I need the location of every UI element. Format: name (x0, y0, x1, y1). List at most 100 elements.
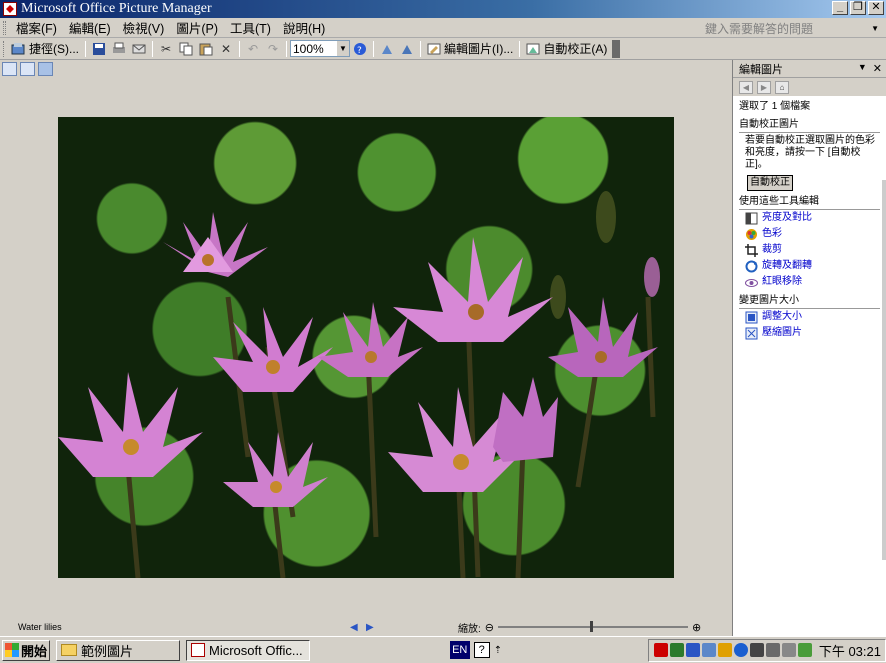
svg-text:?: ? (357, 46, 362, 56)
language-indicator[interactable]: EN (449, 641, 470, 659)
print-icon[interactable] (111, 41, 127, 57)
system-tray: 下午 03:21 (647, 638, 886, 662)
thumbnail-view-icon[interactable] (2, 62, 17, 76)
crop-link[interactable]: 裁剪 (745, 242, 880, 258)
pdf-icon[interactable] (653, 643, 668, 657)
task-pane-close-icon[interactable]: ✕ (873, 62, 882, 75)
rotate-icon (745, 260, 758, 272)
help-search-placeholder: 鍵入需要解答的問題 (705, 21, 814, 36)
view-mode-bar (0, 60, 732, 78)
picture-manager-icon (191, 643, 205, 657)
task-pane-nav: ◀ ▶ ⌂ (733, 78, 886, 96)
save-icon[interactable] (91, 41, 107, 57)
network-icon[interactable] (669, 643, 684, 657)
home-icon[interactable]: ⌂ (775, 80, 789, 94)
compress-icon (745, 327, 758, 339)
chevron-down-icon[interactable]: ▼ (337, 41, 349, 56)
taskbar-picture-manager[interactable]: Microsoft Offic... (186, 639, 310, 661)
start-button[interactable]: 開始 (2, 639, 50, 661)
task-pane-scrollbar[interactable] (882, 180, 886, 560)
resize-link[interactable]: 調整大小 (745, 309, 880, 325)
minimize-button[interactable]: _ (832, 1, 848, 15)
bluetooth-icon[interactable] (733, 643, 748, 657)
file-name-label: Water lilies (18, 622, 62, 632)
chevron-down-icon[interactable]: ▼ (871, 24, 879, 33)
ime-help-icon[interactable]: ? (473, 642, 490, 658)
menu-picture[interactable]: 圖片(P) (170, 18, 224, 37)
update-icon[interactable] (717, 643, 732, 657)
toolbar-overflow-icon[interactable] (612, 39, 621, 58)
window-title: Microsoft Office Picture Manager (21, 1, 212, 16)
email-icon[interactable] (131, 41, 147, 57)
rotate-flip-link[interactable]: 旋轉及翻轉 (745, 258, 880, 274)
previous-picture-icon[interactable]: ◀ (350, 622, 358, 633)
quick-launch-arrow-icon[interactable]: ⇡ (494, 645, 502, 656)
task-pane-title: 編輯圖片 (739, 63, 783, 76)
auto-correct-description: 若要自動校正選取圖片的色彩和亮度，請按一下 [自動校正]。 (745, 135, 875, 170)
back-icon[interactable]: ◀ (739, 80, 753, 94)
compress-link[interactable]: 壓縮圖片 (745, 325, 880, 341)
menu-file[interactable]: 檔案(F) (10, 18, 63, 37)
brightness-contrast-link[interactable]: 亮度及對比 (745, 210, 880, 226)
auto-correct-button[interactable]: 自動校正(A) (543, 40, 607, 57)
auto-correct-section-title: 自動校正圖片 (739, 118, 880, 133)
auto-correct-pane-button[interactable]: 自動校正 (747, 175, 793, 191)
shortcuts-button[interactable]: 捷徑(S)... (29, 40, 79, 57)
help-icon[interactable]: ? (352, 41, 368, 57)
shortcuts-icon[interactable] (11, 41, 27, 57)
filmstrip-view-icon[interactable] (20, 62, 35, 76)
battery-icon[interactable] (797, 643, 812, 657)
selection-status: 選取了 1 個檔案 (739, 101, 811, 112)
single-picture-view-icon[interactable] (38, 62, 53, 76)
cut-icon[interactable]: ✂ (158, 41, 174, 57)
help-search-input[interactable]: 鍵入需要解答的問題 ▼ (702, 20, 882, 36)
next-picture-icon[interactable]: ▶ (366, 622, 374, 633)
menu-bar: 檔案(F) 編輯(E) 檢視(V) 圖片(P) 工具(T) 說明(H) 鍵入需要… (0, 18, 886, 38)
menu-edit[interactable]: 編輯(E) (63, 18, 117, 37)
crop-icon (745, 243, 758, 257)
copy-icon[interactable] (178, 41, 194, 57)
volume-icon[interactable] (781, 643, 796, 657)
color-link[interactable]: 色彩 (745, 226, 880, 242)
standard-toolbar: 捷徑(S)... ✂ ✕ ↶ ↷ 100% ▼ ? 編輯圖片(I)... 自動校… (0, 38, 886, 60)
toolbar-grip[interactable] (3, 40, 6, 57)
status-bar: Water lilies ◀ ▶ 縮放: ⊖ ⊕ (0, 618, 732, 636)
picture-manager-icon[interactable] (3, 2, 17, 16)
delete-icon[interactable]: ✕ (218, 41, 234, 57)
rotate-right-icon[interactable] (399, 41, 415, 57)
paste-icon[interactable] (198, 41, 214, 57)
restore-button[interactable]: ❐ (850, 1, 866, 15)
red-eye-link[interactable]: 紅眼移除 (745, 274, 880, 290)
search-icon[interactable] (701, 643, 716, 657)
menu-help[interactable]: 說明(H) (277, 18, 331, 37)
tools-section-title: 使用這些工具編輯 (739, 195, 880, 210)
zoom-label: 縮放: (458, 623, 481, 635)
lily-drawing (58, 191, 660, 578)
menu-tools[interactable]: 工具(T) (224, 18, 277, 37)
zoom-slider-thumb[interactable] (590, 621, 593, 632)
picture-nav: ◀ ▶ (350, 622, 450, 633)
zoom-slider[interactable] (498, 621, 688, 632)
auto-correct-icon[interactable] (525, 41, 541, 57)
zoom-in-icon[interactable]: ⊕ (692, 621, 701, 634)
folder-icon (61, 644, 77, 656)
undo-icon[interactable]: ↶ (245, 41, 261, 57)
task-pane-menu-icon[interactable]: ▼ (858, 62, 867, 75)
zoom-select[interactable]: 100% ▼ (290, 40, 350, 57)
security-icon[interactable] (685, 643, 700, 657)
display-icon[interactable] (749, 643, 764, 657)
close-button[interactable]: ✕ (868, 1, 884, 15)
edit-pictures-button[interactable]: 編輯圖片(I)... (444, 40, 513, 57)
menu-grip[interactable] (3, 20, 6, 35)
edit-pictures-icon[interactable] (426, 41, 442, 57)
forward-icon[interactable]: ▶ (757, 80, 771, 94)
task-pane-header: 編輯圖片 ▼ ✕ (733, 60, 886, 78)
water-lilies-photo[interactable] (58, 117, 674, 578)
clock[interactable]: 下午 03:21 (819, 641, 881, 660)
power-icon[interactable] (765, 643, 780, 657)
taskbar-sample-pictures[interactable]: 範例圖片 (56, 639, 180, 661)
rotate-left-icon[interactable] (379, 41, 395, 57)
redo-icon[interactable]: ↷ (265, 41, 281, 57)
zoom-out-icon[interactable]: ⊖ (485, 621, 494, 634)
menu-view[interactable]: 檢視(V) (117, 18, 171, 37)
